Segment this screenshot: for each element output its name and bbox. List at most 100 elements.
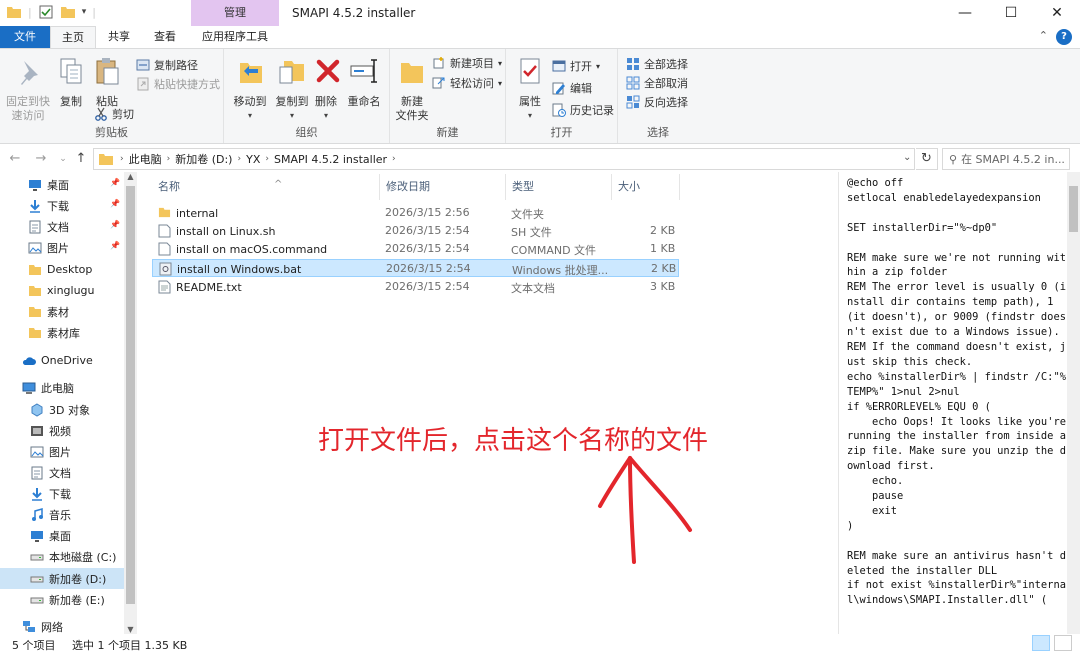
copy-path-button[interactable]: 复制路径 — [136, 57, 198, 73]
nav-item[interactable]: 视频 — [0, 420, 124, 441]
close-button[interactable]: ✕ — [1034, 0, 1080, 26]
history-button[interactable]: 历史记录 — [552, 102, 614, 118]
forward-button[interactable]: → — [32, 150, 50, 168]
help-icon[interactable]: ? — [1056, 29, 1072, 45]
nav-item[interactable]: Desktop — [0, 259, 124, 280]
nav-item[interactable]: 素材库 — [0, 322, 124, 343]
properties-button[interactable]: 属性 ▾ — [512, 55, 548, 123]
nav-item-label: xinglugu — [47, 284, 95, 297]
nav-item[interactable]: 音乐 — [0, 504, 124, 525]
file-row[interactable]: install on Windows.bat 2026/3/15 2:54 Wind… — [152, 259, 679, 277]
address-bar[interactable]: › 此电脑 › 新加卷 (D:) › YX › SMAPI 4.5.2 inst… — [93, 148, 915, 170]
new-folder-button[interactable]: 新建 文件夹 — [392, 55, 432, 123]
paste-button[interactable]: 粘贴 — [90, 55, 124, 109]
window-title: SMAPI 4.5.2 installer — [292, 6, 416, 20]
nav-item[interactable]: 本地磁盘 (C:) — [0, 546, 124, 567]
column-header-type[interactable]: 类型 — [506, 174, 612, 200]
rename-button[interactable]: 重命名 — [344, 55, 384, 109]
tab-share[interactable]: 共享 — [96, 26, 142, 48]
tab-file[interactable]: 文件 — [0, 26, 50, 48]
preview-scrollbar[interactable] — [1067, 172, 1080, 634]
preview-scroll-thumb[interactable] — [1069, 186, 1078, 232]
open-button[interactable]: 打开 ▾ — [552, 58, 600, 74]
search-icon: ⚲ — [949, 152, 958, 166]
file-row[interactable]: internal 2026/3/15 2:56 文件夹 — [152, 204, 679, 222]
easy-access-button[interactable]: 轻松访问 ▾ — [432, 75, 502, 91]
new-folder-icon[interactable] — [60, 4, 76, 20]
delete-button[interactable]: 删除 ▾ — [312, 55, 340, 123]
breadcrumb-separator-icon[interactable]: › — [167, 154, 171, 164]
nav-item[interactable]: 新加卷 (D:) — [0, 568, 124, 589]
breadcrumb-drive-d[interactable]: 新加卷 (D:) — [175, 151, 232, 167]
nav-item[interactable]: 网络 — [0, 616, 124, 634]
select-all-button[interactable]: 全部选择 — [626, 56, 688, 72]
item-count: 5 个项目 — [12, 639, 56, 652]
customize-qat-icon[interactable]: ▾ — [82, 7, 87, 17]
breadcrumb-separator-icon[interactable]: › — [120, 154, 124, 164]
edit-button[interactable]: 编辑 — [552, 80, 592, 96]
nav-item[interactable]: 图片 📌 — [0, 237, 124, 258]
text-file-icon — [158, 280, 171, 294]
nav-item[interactable]: 图片 — [0, 441, 124, 462]
recent-locations-button[interactable]: ⌄ — [54, 150, 72, 168]
nav-item[interactable]: 新加卷 (E:) — [0, 589, 124, 610]
breadcrumb-yx[interactable]: YX — [246, 153, 260, 166]
scissors-icon — [95, 107, 107, 121]
tab-home[interactable]: 主页 — [50, 26, 96, 49]
back-button[interactable]: ← — [6, 150, 24, 168]
tab-view[interactable]: 查看 — [142, 26, 188, 48]
large-icons-view-button[interactable] — [1054, 635, 1072, 651]
paste-shortcut-button[interactable]: 粘贴快捷方式 — [136, 76, 220, 92]
nav-item[interactable]: 桌面 📌 — [0, 174, 124, 195]
nav-scroll-thumb[interactable] — [126, 186, 135, 604]
file-name-cell: install on Windows.bat — [159, 262, 301, 276]
up-button[interactable]: ↑ — [72, 150, 90, 168]
properties-icon[interactable] — [38, 4, 54, 20]
invert-selection-button[interactable]: 反向选择 — [626, 94, 688, 110]
file-row[interactable]: install on macOS.command 2026/3/15 2:54 CO… — [152, 240, 679, 258]
nav-item[interactable]: 素材 — [0, 301, 124, 322]
file-row[interactable]: install on Linux.sh 2026/3/15 2:54 SH 文件 2 … — [152, 222, 679, 240]
refresh-button[interactable]: ↻ — [916, 148, 938, 170]
select-none-button[interactable]: 全部取消 — [626, 75, 688, 91]
new-item-button[interactable]: 新建项目 ▾ — [432, 55, 502, 71]
easy-access-icon — [432, 77, 445, 89]
move-to-button[interactable]: 移动到 ▾ — [228, 55, 272, 123]
nav-item[interactable]: xinglugu — [0, 280, 124, 301]
breadcrumb-separator-icon[interactable]: › — [392, 154, 396, 164]
maximize-button[interactable]: ☐ — [988, 0, 1034, 26]
cut-button[interactable]: 剪切 — [94, 106, 134, 122]
search-box[interactable]: ⚲ 在 SMAPI 4.5.2 in... — [942, 148, 1070, 170]
breadcrumb-separator-icon[interactable]: › — [237, 154, 241, 164]
nav-item[interactable]: 3D 对象 — [0, 399, 124, 420]
nav-item[interactable]: 下载 — [0, 483, 124, 504]
column-header-name[interactable]: 名称 ^ — [152, 174, 380, 200]
navigation-bar: ← → ⌄ ↑ › 此电脑 › 新加卷 (D:) › YX › SMAPI 4.… — [0, 146, 1080, 172]
nav-item[interactable]: 桌面 — [0, 525, 124, 546]
column-header-date[interactable]: 修改日期 — [380, 174, 506, 200]
copy-to-button[interactable]: 复制到 ▾ — [270, 55, 314, 123]
copy-button[interactable]: 复制 — [54, 55, 88, 109]
breadcrumb-separator-icon[interactable]: › — [265, 154, 269, 164]
address-history-dropdown-icon[interactable]: ⌄ — [903, 152, 911, 163]
breadcrumb-this-pc[interactable]: 此电脑 — [129, 151, 162, 167]
nav-item[interactable]: 文档 📌 — [0, 216, 124, 237]
manage-context-tab[interactable]: 管理 — [191, 0, 279, 26]
nav-item-label: 素材 — [47, 305, 69, 319]
nav-scrollbar[interactable]: ▲ ▼ — [124, 172, 137, 634]
tab-application-tools[interactable]: 应用程序工具 — [191, 26, 279, 48]
scroll-up-icon[interactable]: ▲ — [124, 172, 137, 181]
collapse-ribbon-icon[interactable]: ⌃ — [1039, 29, 1048, 45]
file-type: 文本文档 — [511, 282, 555, 295]
file-row[interactable]: README.txt 2026/3/15 2:54 文本文档 3 KB — [152, 278, 679, 296]
nav-item[interactable]: 此电脑 — [0, 377, 124, 398]
scroll-down-icon[interactable]: ▼ — [124, 625, 137, 634]
nav-item[interactable]: 文档 — [0, 462, 124, 483]
minimize-button[interactable]: — — [942, 0, 988, 26]
nav-item[interactable]: OneDrive — [0, 350, 124, 371]
details-view-button[interactable] — [1032, 635, 1050, 651]
pin-quick-access-button[interactable]: 固定到快 速访问 — [4, 55, 52, 123]
breadcrumb-smapi-installer[interactable]: SMAPI 4.5.2 installer — [274, 153, 387, 166]
nav-item[interactable]: 下载 📌 — [0, 195, 124, 216]
column-header-size[interactable]: 大小 — [612, 174, 680, 200]
